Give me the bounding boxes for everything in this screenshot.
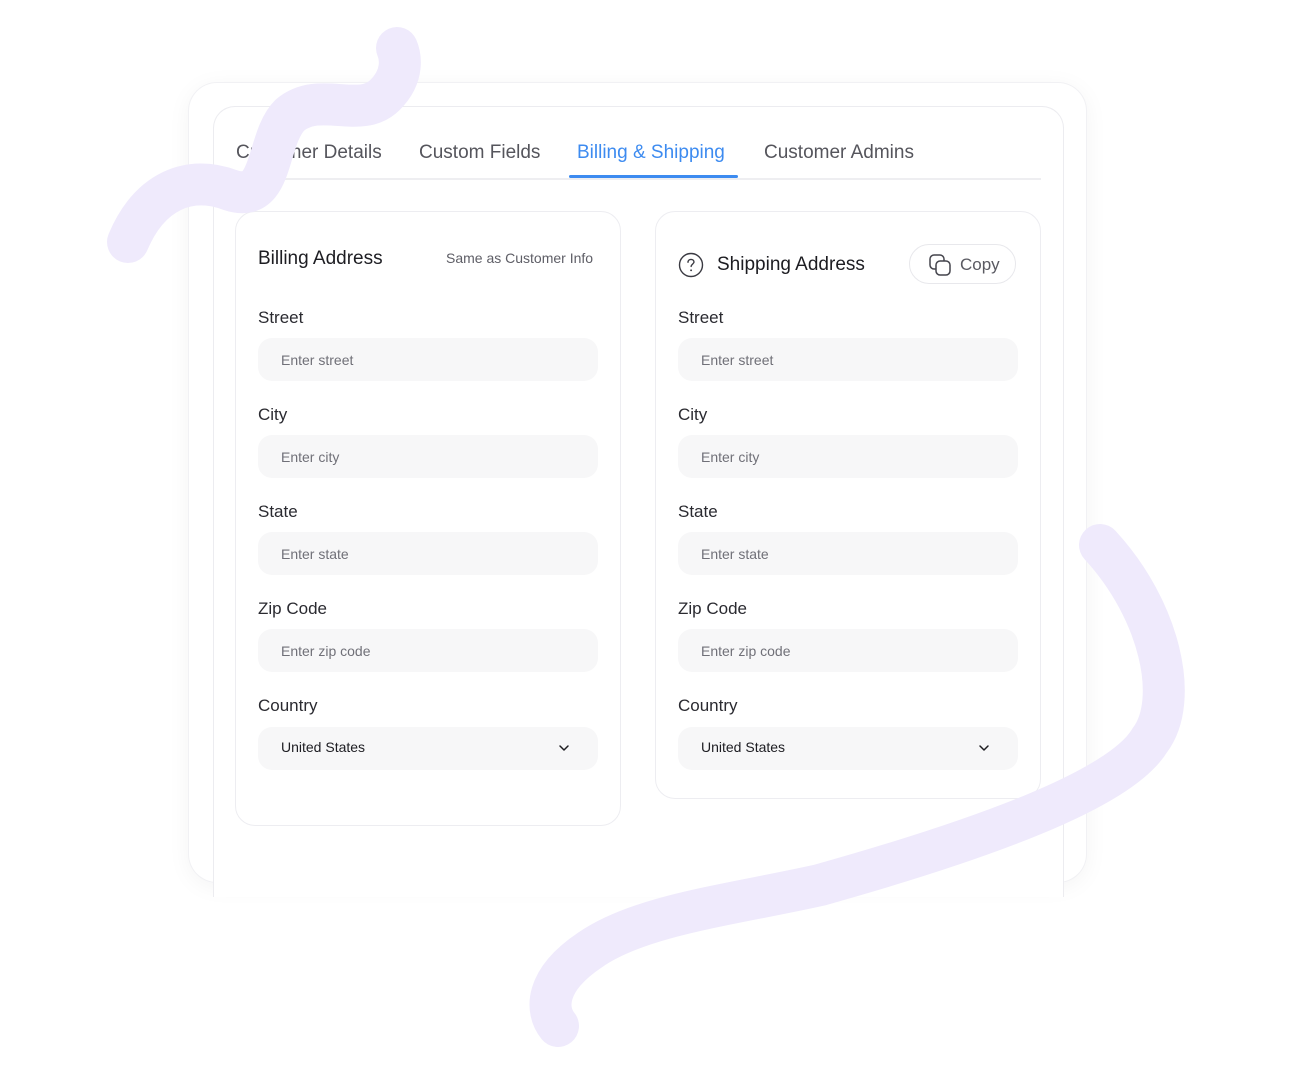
billing-state-label: State xyxy=(258,502,298,521)
active-tab-indicator xyxy=(569,175,738,178)
billing-address-title: Billing Address xyxy=(258,248,383,269)
billing-zip-label: Zip Code xyxy=(258,599,327,618)
shipping-country-label: Country xyxy=(678,696,738,715)
copy-button[interactable]: Copy xyxy=(909,244,1016,284)
shipping-street-input[interactable] xyxy=(678,338,1018,381)
shipping-address-title: Shipping Address xyxy=(717,254,865,275)
billing-country-select[interactable]: United States xyxy=(258,727,598,770)
billing-city-input[interactable] xyxy=(258,435,598,478)
billing-zip-input[interactable] xyxy=(258,629,598,672)
tab-custom-fields[interactable]: Custom Fields xyxy=(419,142,540,164)
billing-street-label: Street xyxy=(258,308,304,327)
shipping-city-label: City xyxy=(678,405,708,424)
billing-street-input[interactable] xyxy=(258,338,598,381)
shipping-state-label: State xyxy=(678,502,718,521)
billing-country-value: United States xyxy=(281,739,366,755)
chevron-down-icon xyxy=(979,745,989,751)
tab-bar: Customer Details Custom Fields Billing &… xyxy=(236,128,1041,180)
billing-city-label: City xyxy=(258,405,288,424)
copy-button-label: Copy xyxy=(960,255,1000,274)
shipping-zip-label: Zip Code xyxy=(678,599,747,618)
shipping-street-label: Street xyxy=(678,308,724,327)
stage: Customer Details Custom Fields Billing &… xyxy=(0,0,1290,1074)
shipping-country-value: United States xyxy=(701,739,786,755)
chevron-down-icon xyxy=(559,745,569,751)
shipping-city-input[interactable] xyxy=(678,435,1018,478)
shipping-state-input[interactable] xyxy=(678,532,1018,575)
tab-customer-admins[interactable]: Customer Admins xyxy=(764,142,914,164)
billing-country-label: Country xyxy=(258,696,318,715)
shipping-country-select[interactable]: United States xyxy=(678,727,1018,770)
same-as-customer-info-link[interactable]: Same as Customer Info xyxy=(446,250,593,266)
shipping-zip-input[interactable] xyxy=(678,629,1018,672)
tab-billing-shipping[interactable]: Billing & Shipping xyxy=(577,142,725,164)
billing-state-input[interactable] xyxy=(258,532,598,575)
copy-icon xyxy=(929,254,951,276)
question-circle-icon[interactable] xyxy=(678,252,704,278)
tab-customer-details[interactable]: Customer Details xyxy=(236,142,382,164)
